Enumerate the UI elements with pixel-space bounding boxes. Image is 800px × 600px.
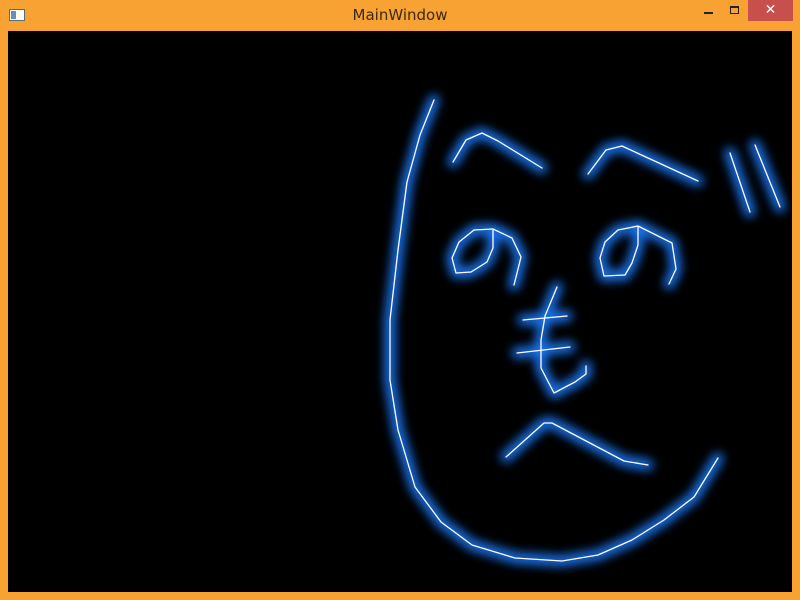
maximize-button[interactable] <box>721 0 748 21</box>
close-button[interactable]: ✕ <box>748 0 793 21</box>
title-bar[interactable]: MainWindow ✕ <box>0 0 800 31</box>
maximize-icon <box>730 6 739 14</box>
neon-drawing <box>384 94 786 567</box>
minimize-icon <box>704 12 713 14</box>
close-icon: ✕ <box>764 2 777 18</box>
main-window: MainWindow ✕ <box>0 0 800 600</box>
drawing-canvas[interactable] <box>8 31 792 592</box>
minimize-button[interactable] <box>695 0 721 21</box>
window-title: MainWindow <box>352 6 448 24</box>
